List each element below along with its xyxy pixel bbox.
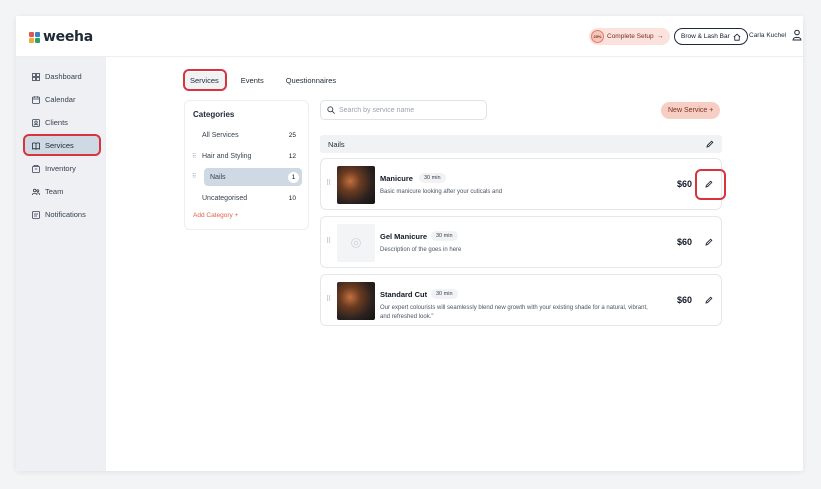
category-name: Hair and Styling [202,152,252,160]
service-group-header: Nails [320,135,722,153]
logo-mark-icon [29,31,40,43]
contact-icon [32,118,40,127]
new-service-button[interactable]: New Service + [661,102,721,119]
team-icon [32,188,40,195]
service-card-standard-cut[interactable]: ⠿ Standard Cut 30 min Our expert colouri… [320,274,722,326]
group-name: Nails [328,139,345,149]
setup-progress-ring: 25% [591,30,604,43]
complete-setup-button[interactable]: 25% Complete Setup → [589,28,670,45]
box-icon [32,164,40,173]
drag-handle-icon[interactable]: ⠿ [192,173,196,180]
service-price: $60 [676,295,692,305]
service-price: $60 [676,237,692,247]
sidebar-item-label: Notifications [45,210,86,219]
sidebar-item-label: Calendar [45,95,76,104]
grid-icon [32,72,40,81]
service-thumbnail [337,166,375,204]
categories-title: Categories [193,110,235,119]
service-description: Our expert colourists will seamlessly bl… [380,305,648,320]
add-category-button[interactable]: Add Category + [193,212,238,219]
drag-handle-icon[interactable]: ⠿ [326,295,331,303]
tab-services[interactable]: Services [184,71,225,89]
user-name[interactable]: Carla Kuchel [749,32,786,39]
duration-badge: 30 min [419,173,446,183]
category-count: 10 [288,194,296,202]
search-icon [327,106,335,114]
sidebar-item-services[interactable]: Services [24,136,100,155]
service-description: Description of the goes in here [380,247,462,253]
app-window: weeha 25% Complete Setup → Brow & Lash B… [16,16,803,471]
service-name: Standard Cut [380,290,428,299]
sidebar-item-clients[interactable]: Clients [24,113,100,132]
search-input[interactable] [339,106,479,114]
tab-events[interactable]: Events [235,72,270,89]
service-card-manicure[interactable]: ⠿ Manicure 30 min Basic manicure looking… [320,158,722,210]
service-card-gel-manicure[interactable]: ⠿ Gel Manicure 30 min Description of the… [320,216,722,268]
sidebar-item-team[interactable]: Team [24,182,100,201]
sidebar-item-label: Team [45,187,64,196]
service-name: Gel Manicure [380,232,428,241]
notification-icon [32,210,40,219]
image-placeholder-icon [351,238,361,248]
service-description: Basic manicure looking after your cutica… [380,189,503,195]
arrow-right-icon: → [656,33,664,40]
user-icon[interactable] [792,29,802,41]
service-thumbnail-placeholder [337,224,375,262]
sidebar-item-label: Services [45,141,74,150]
edit-pencil-icon[interactable] [705,296,713,304]
location-selector[interactable]: Brow & Lash Bar [674,28,748,45]
tab-questionnaires[interactable]: Questionnaires [280,72,342,89]
sidebar-item-label: Dashboard [45,72,82,81]
category-name: Nails [210,173,226,181]
edit-pencil-icon[interactable] [705,180,713,188]
calendar-icon [32,95,40,104]
home-icon [733,33,741,41]
duration-badge: 30 min [431,231,458,241]
category-uncategorised[interactable]: Uncategorised 10 [190,189,302,207]
category-count: 12 [288,152,296,160]
category-name: All Services [202,131,239,139]
edit-group-pencil-icon[interactable] [706,140,714,148]
location-label: Brow & Lash Bar [681,33,730,40]
drag-handle-icon[interactable]: ⠿ [192,153,199,160]
section-tabs: Services Events Questionnaires [184,71,342,89]
search-box [320,100,487,120]
sidebar-item-notifications[interactable]: Notifications [24,205,100,224]
sidebar-item-label: Clients [45,118,68,127]
categories-panel: Categories All Services 25 ⠿ Hair and St… [184,100,309,230]
category-name: Uncategorised [202,194,248,202]
duration-badge: 30 min [431,289,458,299]
top-bar: weeha 25% Complete Setup → Brow & Lash B… [16,16,803,57]
category-count: 25 [288,131,296,139]
category-hair-and-styling[interactable]: ⠿ Hair and Styling 12 [190,147,302,165]
setup-label: Complete Setup [607,33,654,40]
logo[interactable]: weeha [29,29,93,45]
sidebar: Dashboard Calendar Clients Services Inve… [16,57,106,471]
drag-handle-icon[interactable]: ⠿ [326,237,331,245]
brand-name: weeha [43,29,93,45]
service-thumbnail [337,282,375,320]
category-nails[interactable]: Nails 1 [204,168,302,186]
service-name: Manicure [380,174,413,183]
sidebar-item-inventory[interactable]: Inventory [24,159,100,178]
category-all-services[interactable]: All Services 25 [190,126,302,144]
book-icon [32,142,40,150]
sidebar-item-label: Inventory [45,164,76,173]
service-price: $60 [676,179,692,189]
edit-pencil-icon[interactable] [705,238,713,246]
category-count: 1 [288,171,299,183]
drag-handle-icon[interactable]: ⠿ [326,179,331,187]
sidebar-item-dashboard[interactable]: Dashboard [24,67,100,86]
sidebar-item-calendar[interactable]: Calendar [24,90,100,109]
